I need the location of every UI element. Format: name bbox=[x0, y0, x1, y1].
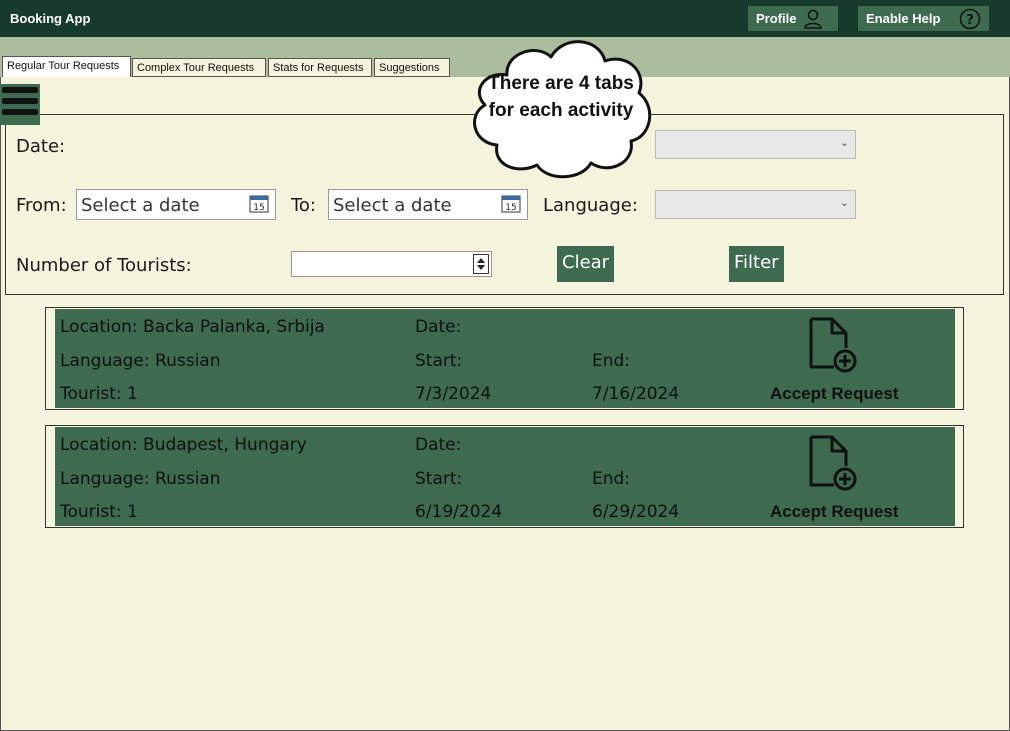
title-bar: Booking App Profile Enable Help ? bbox=[0, 0, 1010, 37]
request-card: Location: Backa Palanka, Srbija Language… bbox=[45, 307, 964, 410]
filter-button[interactable]: Filter bbox=[729, 246, 784, 282]
to-date-placeholder: Select a date bbox=[333, 195, 452, 216]
request-start-value: 7/3/2024 bbox=[415, 384, 492, 404]
request-language: Language: Russian bbox=[60, 351, 221, 371]
request-location: Location: Budapest, Hungary bbox=[60, 435, 307, 455]
request-tourist: Tourist: 1 bbox=[60, 502, 138, 522]
document-add-icon[interactable] bbox=[808, 434, 860, 492]
document-add-icon[interactable] bbox=[808, 316, 860, 374]
request-start-label: Start: bbox=[415, 351, 463, 371]
request-date-label: Date: bbox=[415, 435, 462, 455]
tourists-label: Number of Tourists: bbox=[16, 255, 192, 276]
user-icon bbox=[804, 9, 823, 29]
language-label: Language: bbox=[543, 195, 638, 216]
hamburger-icon bbox=[2, 87, 38, 93]
hamburger-line bbox=[2, 109, 38, 115]
request-end-label: End: bbox=[592, 469, 631, 489]
tab-regular-tour-requests[interactable]: Regular Tour Requests bbox=[2, 56, 131, 77]
from-date-placeholder: Select a date bbox=[81, 195, 200, 216]
question-circle-icon: ? bbox=[959, 8, 981, 29]
tab-complex-tour-requests[interactable]: Complex Tour Requests bbox=[132, 58, 266, 77]
hamburger-line bbox=[2, 98, 38, 104]
request-end-value: 7/16/2024 bbox=[592, 384, 680, 404]
svg-text:15: 15 bbox=[253, 203, 264, 213]
from-date-picker[interactable]: Select a date 15 bbox=[76, 189, 276, 220]
to-date-picker[interactable]: Select a date 15 bbox=[328, 189, 528, 220]
clear-button[interactable]: Clear bbox=[557, 246, 615, 282]
chevron-down-icon: ⌄ bbox=[839, 197, 849, 209]
request-start-label: Start: bbox=[415, 469, 463, 489]
request-start-value: 6/19/2024 bbox=[415, 502, 503, 522]
request-language: Language: Russian bbox=[60, 469, 221, 489]
accept-request-button[interactable]: Accept Request bbox=[770, 502, 898, 522]
date-label: Date: bbox=[16, 136, 66, 157]
spinner-up-arrow bbox=[477, 258, 485, 263]
language-combo[interactable]: ⌄ bbox=[655, 190, 856, 219]
profile-label: Profile bbox=[756, 11, 797, 26]
tourists-number-input[interactable] bbox=[291, 251, 492, 277]
svg-text:?: ? bbox=[966, 13, 974, 28]
date-combo[interactable]: ⌄ bbox=[655, 130, 856, 159]
help-callout-text: There are 4 tabs for each activity bbox=[488, 73, 634, 121]
calendar-icon[interactable]: 15 bbox=[249, 193, 269, 213]
profile-button[interactable]: Profile bbox=[748, 6, 838, 31]
request-end-label: End: bbox=[592, 351, 631, 371]
from-label: From: bbox=[16, 195, 67, 216]
spinner-down-arrow bbox=[477, 265, 485, 270]
calendar-icon[interactable]: 15 bbox=[501, 193, 521, 213]
svg-text:15: 15 bbox=[505, 203, 516, 213]
request-tourist: Tourist: 1 bbox=[60, 384, 138, 404]
enable-help-button[interactable]: Enable Help ? bbox=[858, 6, 989, 31]
help-label: Enable Help bbox=[866, 11, 941, 26]
request-location: Location: Backa Palanka, Srbija bbox=[60, 317, 325, 337]
to-label: To: bbox=[291, 195, 317, 216]
spinner-icon[interactable] bbox=[473, 254, 489, 274]
request-date-label: Date: bbox=[415, 317, 462, 337]
chevron-down-icon: ⌄ bbox=[839, 137, 849, 149]
request-end-value: 6/29/2024 bbox=[592, 502, 680, 522]
tab-suggestions[interactable]: Suggestions bbox=[374, 58, 450, 77]
request-card: Location: Budapest, Hungary Language: Ru… bbox=[45, 425, 964, 528]
app-title: Booking App bbox=[10, 11, 91, 26]
hamburger-menu-button[interactable] bbox=[0, 84, 40, 125]
tab-stats-for-requests[interactable]: Stats for Requests bbox=[268, 58, 372, 77]
accept-request-button[interactable]: Accept Request bbox=[770, 384, 898, 404]
